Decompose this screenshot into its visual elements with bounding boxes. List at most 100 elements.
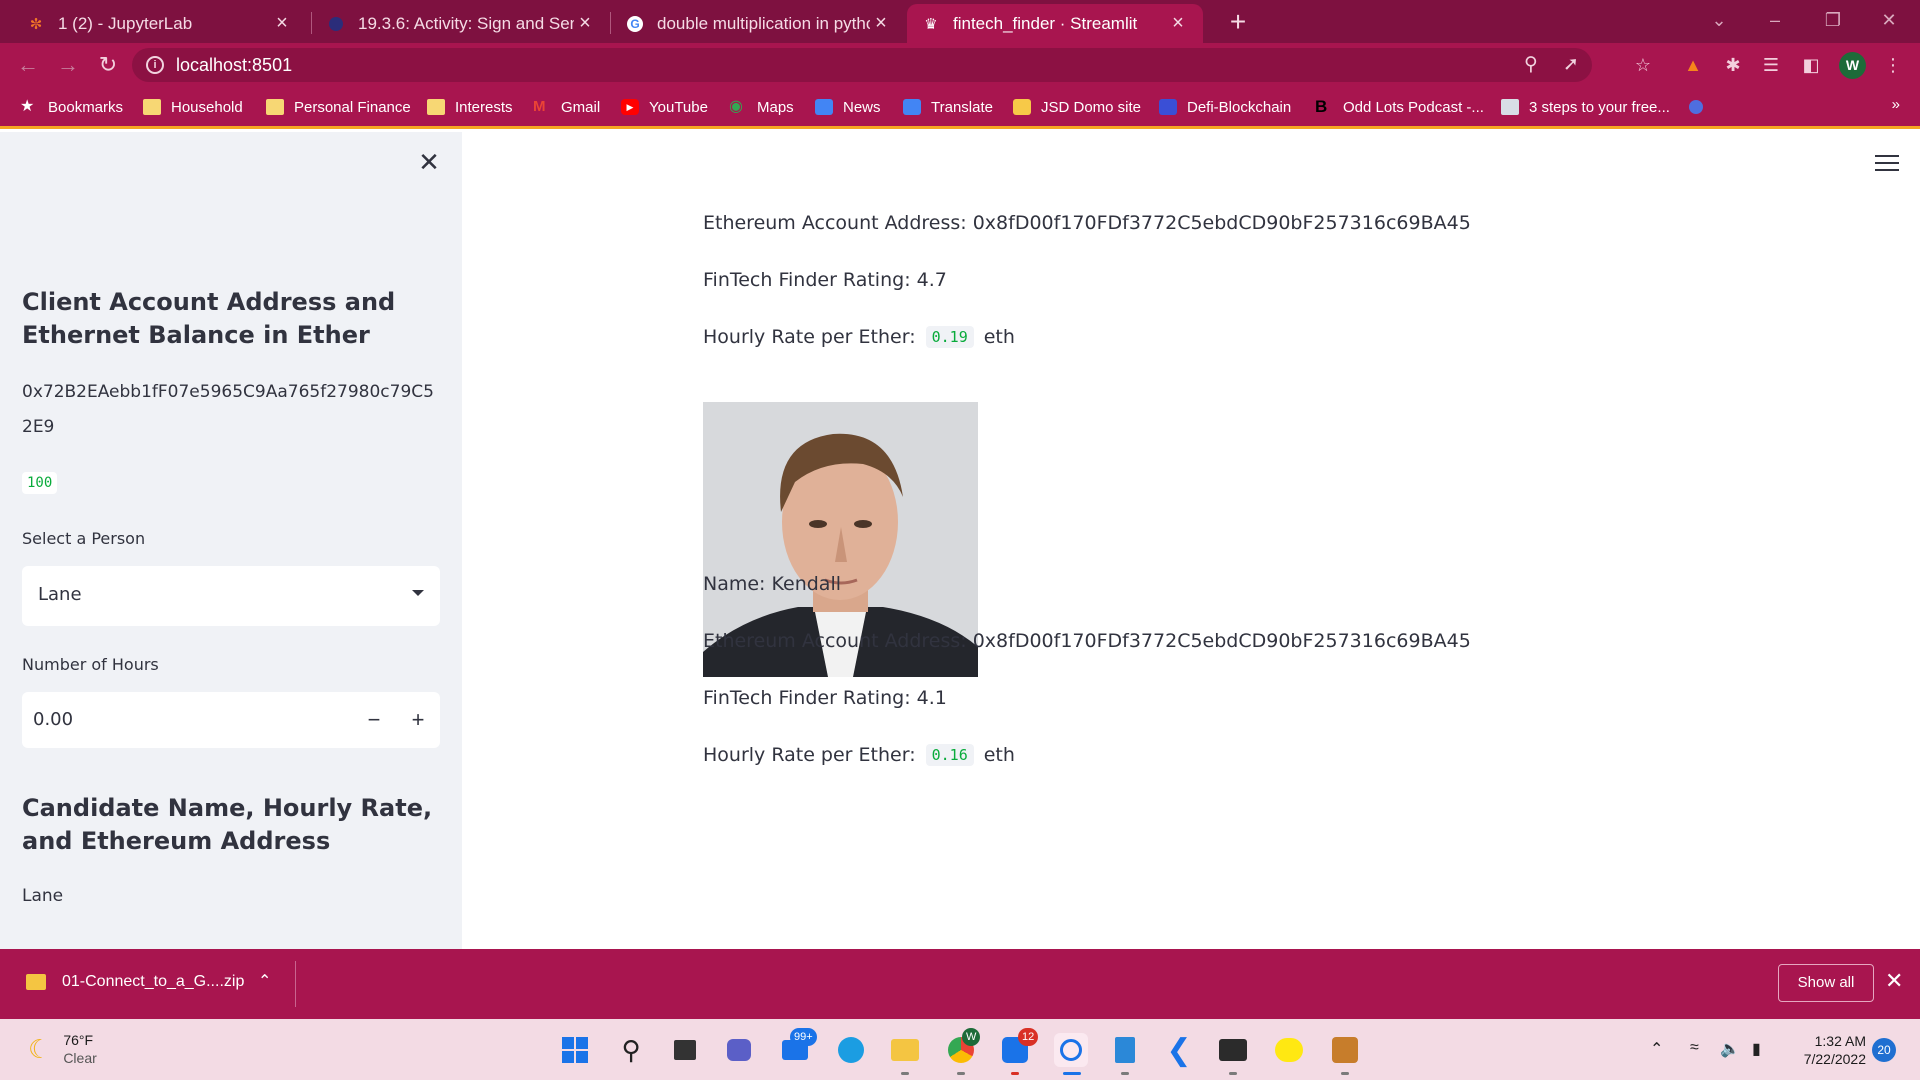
chat-icon[interactable] bbox=[722, 1033, 756, 1067]
temperature: 76°F bbox=[63, 1032, 94, 1048]
weather-widget[interactable]: ☾ 76°F Clear bbox=[28, 1031, 97, 1067]
bookmark-label: Personal Finance bbox=[294, 98, 411, 116]
person-select-value: Lane bbox=[38, 584, 82, 605]
blockchain-icon bbox=[1159, 99, 1177, 115]
snipping-tool-icon[interactable] bbox=[1054, 1033, 1088, 1067]
tab-streamlit[interactable]: ♛ fintech_finder · Streamlit × bbox=[907, 4, 1203, 43]
tab-google-search[interactable]: G double multiplication in python - × bbox=[611, 4, 906, 43]
bookmark-item[interactable]: Personal Finance bbox=[266, 95, 411, 119]
minimize-button[interactable]: – bbox=[1752, 0, 1798, 40]
close-window-button[interactable]: ✕ bbox=[1866, 0, 1912, 40]
volume-icon[interactable]: 🔈 bbox=[1720, 1039, 1740, 1059]
rate-unit: eth bbox=[983, 744, 1015, 766]
date: 7/22/2022 bbox=[1803, 1051, 1866, 1067]
person-select[interactable]: Lane bbox=[22, 566, 440, 626]
forward-button[interactable]: → bbox=[52, 49, 84, 81]
restore-button[interactable]: ❐ bbox=[1810, 0, 1856, 40]
close-downloads-icon[interactable]: ✕ bbox=[1885, 968, 1903, 994]
increment-button[interactable]: + bbox=[398, 700, 438, 740]
side-panel-icon[interactable]: ◧ bbox=[1798, 52, 1824, 78]
tab-activity[interactable]: 19.3.6: Activity: Sign and Send a T × bbox=[312, 4, 610, 43]
close-tab-icon[interactable]: × bbox=[271, 12, 293, 35]
bookmark-star-icon[interactable]: ☆ bbox=[1630, 52, 1656, 78]
chevron-up-icon[interactable]: ⌃ bbox=[1650, 1039, 1663, 1059]
bookmark-item[interactable]: News bbox=[815, 95, 881, 119]
edge-icon[interactable] bbox=[834, 1033, 868, 1067]
show-all-button[interactable]: Show all bbox=[1778, 964, 1874, 1002]
star-icon: ★ bbox=[20, 98, 35, 115]
kakaotalk-icon[interactable] bbox=[1272, 1033, 1306, 1067]
task-view-icon[interactable] bbox=[668, 1033, 702, 1067]
divider bbox=[295, 961, 296, 1007]
wifi-icon[interactable]: ≈ bbox=[1690, 1039, 1699, 1057]
bookmark-item[interactable]: Defi-Blockchain bbox=[1159, 95, 1291, 119]
bookmark-label: 3 steps to your free... bbox=[1529, 98, 1670, 116]
close-tab-icon[interactable]: × bbox=[1167, 12, 1189, 35]
terminal-icon[interactable] bbox=[1216, 1033, 1250, 1067]
notification-badge[interactable]: 20 bbox=[1872, 1038, 1896, 1062]
bookmarks-overflow-icon[interactable]: » bbox=[1892, 96, 1900, 113]
tab-jupyterlab[interactable]: ✼ 1 (2) - JupyterLab × bbox=[12, 4, 307, 43]
bookmark-item[interactable]: Interests bbox=[427, 95, 513, 119]
back-button[interactable]: ← bbox=[12, 49, 44, 81]
clock[interactable]: 1:32 AM 7/22/2022 bbox=[1786, 1032, 1866, 1068]
bookmark-item[interactable]: Translate bbox=[903, 95, 993, 119]
decrement-button[interactable]: − bbox=[354, 700, 394, 740]
reload-button[interactable]: ↻ bbox=[92, 49, 124, 81]
new-tab-button[interactable]: + bbox=[1222, 6, 1254, 38]
hourly-rate-1: Hourly Rate per Ether: 0.19 eth bbox=[703, 326, 1015, 348]
moon-icon: ☾ bbox=[28, 1033, 52, 1064]
bookmark-item[interactable]: 3 steps to your free... bbox=[1501, 95, 1670, 119]
vscode-icon[interactable]: ❮ bbox=[1162, 1033, 1196, 1067]
share-icon[interactable]: ➚ bbox=[1556, 48, 1586, 82]
bookmark-item[interactable]: JSD Domo site bbox=[1013, 95, 1141, 119]
hamburger-menu-icon[interactable] bbox=[1875, 155, 1899, 173]
youtube-icon: ▶ bbox=[621, 99, 639, 115]
site-info-icon[interactable]: i bbox=[146, 56, 164, 74]
bookmark-item[interactable]: ▶ YouTube bbox=[621, 95, 708, 119]
bookmark-item[interactable]: B Odd Lots Podcast -... bbox=[1315, 95, 1484, 119]
hours-value: 0.00 bbox=[33, 709, 74, 730]
running-indicator bbox=[957, 1072, 965, 1075]
profile-avatar[interactable]: W bbox=[1839, 52, 1866, 79]
maps-icon: ◉ bbox=[729, 98, 743, 115]
zoom-icon[interactable]: ⚲ bbox=[1516, 48, 1546, 82]
search-icon[interactable]: ⚲ bbox=[614, 1033, 648, 1067]
hours-input[interactable]: 0.00 − + bbox=[22, 692, 440, 748]
bloomberg-icon: B bbox=[1315, 97, 1328, 116]
google-icon: G bbox=[625, 14, 645, 34]
bookmark-item[interactable]: ★ Bookmarks bbox=[20, 95, 123, 119]
zip-file-icon bbox=[26, 974, 46, 990]
bookmarks-bar: ★ Bookmarks Household Personal Finance In… bbox=[0, 86, 1920, 129]
download-item[interactable]: 01-Connect_to_a_G....zip bbox=[26, 973, 244, 991]
media-control-icon[interactable]: ☰ bbox=[1758, 52, 1784, 78]
browser-menu-icon[interactable]: ⋮ bbox=[1880, 52, 1906, 78]
file-explorer-icon[interactable] bbox=[888, 1033, 922, 1067]
metamask-icon[interactable]: ▲ bbox=[1680, 52, 1706, 78]
extensions-icon[interactable]: ✱ bbox=[1720, 52, 1746, 78]
bookmark-label: YouTube bbox=[649, 98, 708, 116]
rate-value: 0.19 bbox=[925, 326, 974, 348]
tab-search-icon[interactable]: ⌄ bbox=[1696, 0, 1742, 40]
running-indicator bbox=[1341, 1072, 1349, 1075]
tab-title: double multiplication in python - bbox=[657, 13, 870, 33]
notepad-icon[interactable] bbox=[1108, 1033, 1142, 1067]
active-indicator bbox=[1063, 1072, 1081, 1075]
bookmark-item[interactable]: ◉ Maps bbox=[729, 95, 794, 119]
running-indicator bbox=[1121, 1072, 1129, 1075]
mail-badge: 99+ bbox=[790, 1028, 817, 1046]
address-bar[interactable]: i localhost:8501 ⚲ ➚ bbox=[132, 48, 1592, 82]
bookmark-item[interactable]: Household bbox=[143, 95, 243, 119]
bookmark-label: Household bbox=[171, 98, 243, 116]
battery-icon[interactable]: ▮ bbox=[1752, 1039, 1761, 1059]
windows-start-icon[interactable] bbox=[558, 1033, 592, 1067]
close-sidebar-icon[interactable]: ✕ bbox=[415, 148, 443, 176]
close-tab-icon[interactable]: × bbox=[870, 12, 892, 35]
bookmark-item[interactable] bbox=[1689, 95, 1713, 119]
rate-unit: eth bbox=[983, 326, 1015, 348]
close-tab-icon[interactable]: × bbox=[574, 12, 596, 35]
sidebar-heading-client: Client Account Address and Ethernet Bala… bbox=[22, 288, 396, 349]
chevron-up-icon[interactable]: ⌃ bbox=[258, 971, 271, 991]
bookmark-item[interactable]: M Gmail bbox=[533, 95, 600, 119]
package-icon[interactable] bbox=[1328, 1033, 1362, 1067]
